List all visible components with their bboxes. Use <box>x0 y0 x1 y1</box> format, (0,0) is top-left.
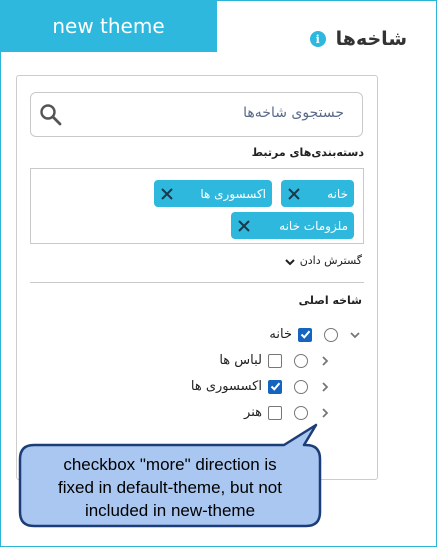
callout-line: checkbox "more" direction is <box>63 454 277 474</box>
callout-text: checkbox "more" direction is fixed in de… <box>20 450 320 524</box>
callout-line: fixed in default-theme, but not <box>58 477 282 497</box>
callout-line: included in new-theme <box>84 500 256 520</box>
